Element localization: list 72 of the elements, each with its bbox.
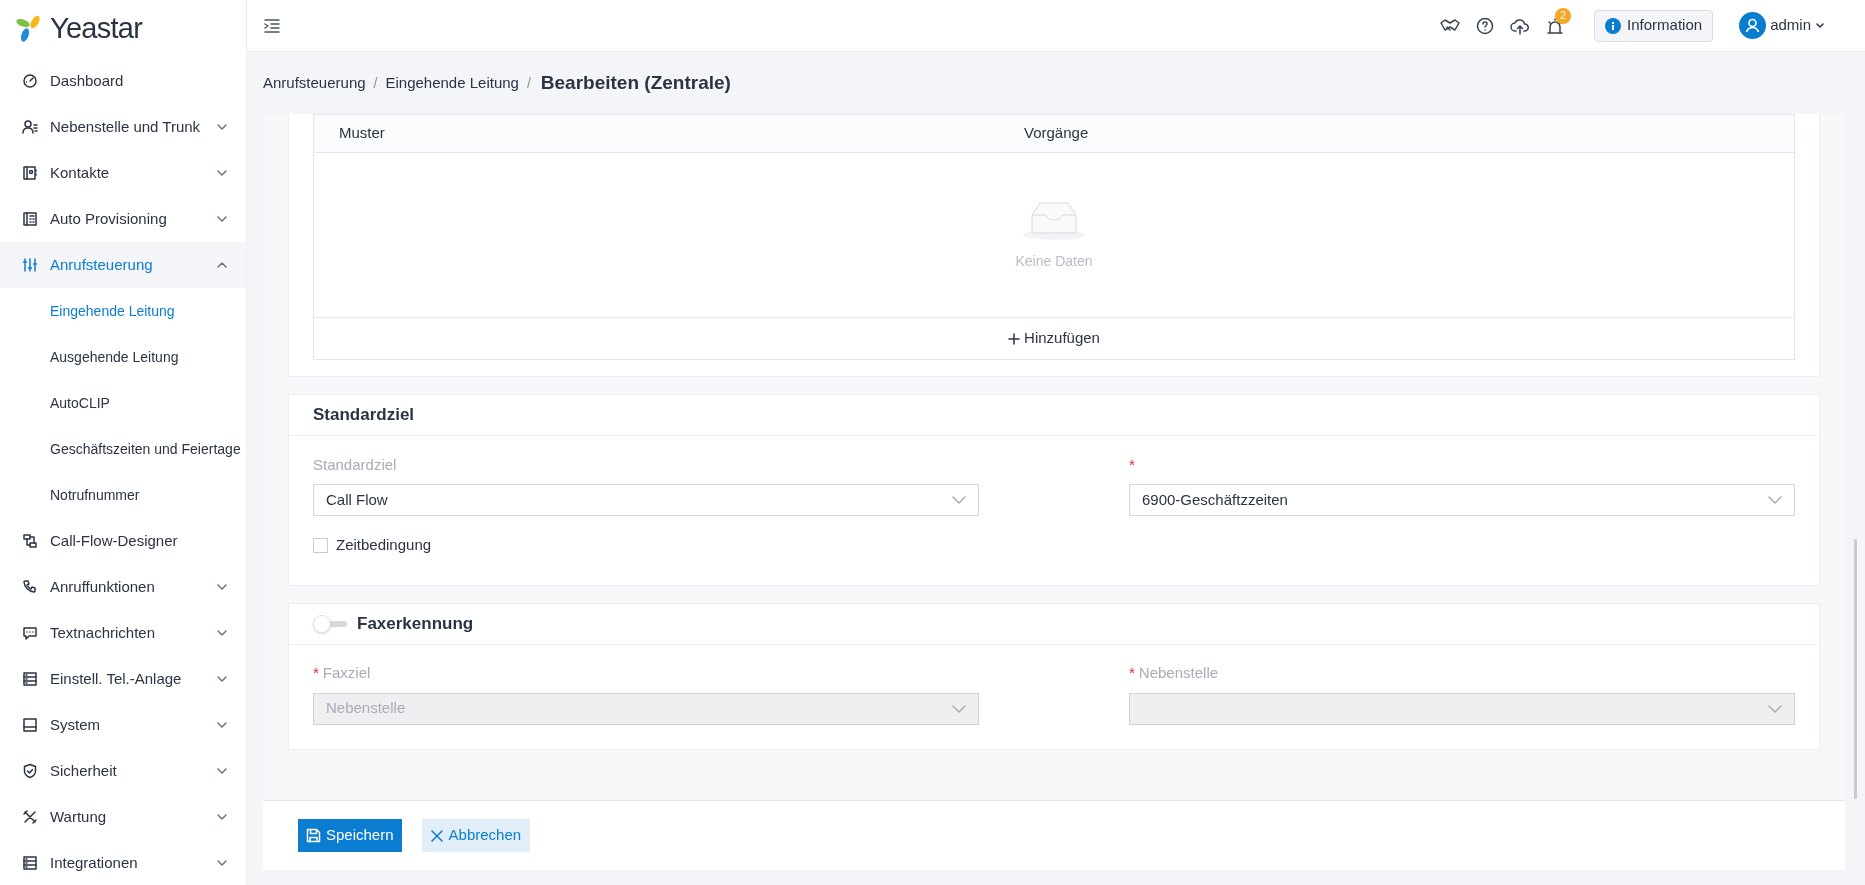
sidebar-item[interactable]: Auto Provisioning — [0, 196, 246, 242]
select-field[interactable]: Call Flow — [313, 484, 979, 516]
section-title: Standardziel — [313, 404, 415, 427]
address-book-icon — [22, 165, 38, 181]
section-title: Faxerkennung — [357, 612, 474, 635]
scrollbar[interactable] — [1853, 539, 1857, 799]
sidebar-subitem[interactable]: Notrufnummer — [0, 472, 246, 518]
column-header: Muster — [338, 123, 386, 144]
logo-text: Yeastar — [50, 11, 143, 47]
breadcrumb-separator: / — [526, 73, 531, 93]
user-menu[interactable]: admin — [1739, 12, 1825, 39]
checkbox[interactable] — [313, 537, 328, 553]
required-mark: * — [1129, 663, 1135, 684]
chevron-down-icon — [952, 703, 966, 714]
info-icon — [1605, 17, 1622, 34]
sliders-icon — [22, 257, 38, 273]
checkbox-option[interactable]: Zeitbedingung — [313, 534, 1795, 557]
column-header: Vorgänge — [1024, 123, 1089, 144]
toggle-switch[interactable] — [313, 614, 347, 633]
help-icon — [1476, 16, 1495, 35]
sidebar-item[interactable]: Call-Flow-Designer — [0, 518, 246, 564]
sidebar-subitem[interactable]: Geschäftszeiten und Feiertage — [0, 426, 246, 472]
sidebar-subitem[interactable]: AutoCLIP — [0, 380, 246, 426]
desk-phone-icon — [22, 211, 38, 227]
avatar-icon — [1739, 12, 1767, 39]
sidebar-item[interactable]: Dashboard — [0, 58, 246, 104]
select-field[interactable]: 6900-Geschäftzzeiten — [1129, 484, 1795, 516]
server-icon — [22, 671, 38, 687]
empty-message: Keine Daten — [1015, 251, 1093, 271]
sidebar-item[interactable]: System — [0, 702, 246, 748]
sidebar-item[interactable]: Nebenstelle und Trunk — [0, 104, 246, 150]
required-mark: * — [313, 663, 319, 684]
monitor-icon — [22, 717, 38, 733]
field-label: Standardziel — [313, 454, 397, 475]
field-label: Nebenstelle — [1138, 663, 1219, 684]
sidebar-item[interactable]: Textnachrichten — [0, 610, 246, 656]
breadcrumb-link[interactable]: Anrufsteuerung — [263, 71, 366, 95]
sidebar-item[interactable]: Anrufsteuerung — [0, 242, 246, 288]
menu-icon — [263, 16, 281, 35]
sidebar-item[interactable]: Einstell. Tel.-Anlage — [0, 656, 246, 702]
information-button[interactable]: Information — [1594, 9, 1714, 42]
sidebar-item[interactable]: Kontakte — [0, 150, 246, 196]
chevron-down-icon — [1768, 703, 1782, 714]
chevron-down-icon — [1768, 495, 1782, 505]
sidebar-subitem[interactable]: Ausgehende Leitung — [0, 334, 246, 380]
cloud-upload-icon — [1510, 16, 1531, 35]
cancel-button[interactable]: Abbrechen — [421, 819, 531, 852]
phone-icon — [22, 579, 38, 595]
shield-icon — [22, 763, 38, 779]
user-icon — [22, 119, 38, 135]
flow-icon — [22, 533, 38, 549]
breadcrumb-link[interactable]: Eingehende Leitung — [385, 71, 519, 95]
tools-icon — [22, 809, 38, 825]
chevron-down-icon — [952, 495, 966, 505]
required-mark: * — [1129, 454, 1135, 475]
close-icon — [430, 829, 443, 842]
plus-icon — [1008, 332, 1021, 345]
sidebar-item[interactable]: Anruffunktionen — [0, 564, 246, 610]
chevron-down-icon — [1815, 20, 1825, 31]
notification-badge: 2 — [1555, 7, 1572, 24]
sidebar-item[interactable]: Integrationen — [0, 840, 246, 885]
sidebar-item[interactable]: Sicherheit — [0, 748, 246, 794]
sidebar-subitem[interactable]: Eingehende Leitung — [0, 288, 246, 334]
chat-icon — [22, 625, 38, 641]
sidebar-item[interactable]: Wartung — [0, 794, 246, 840]
field-label: Faxziel — [322, 663, 371, 684]
save-button[interactable]: Speichern — [298, 819, 402, 852]
server-icon — [22, 855, 38, 871]
page-title: Bearbeiten (Zentrale) — [540, 70, 731, 95]
add-button[interactable]: Hinzufügen — [1008, 327, 1100, 350]
gauge-icon — [22, 73, 38, 89]
breadcrumb-separator: / — [373, 73, 378, 93]
